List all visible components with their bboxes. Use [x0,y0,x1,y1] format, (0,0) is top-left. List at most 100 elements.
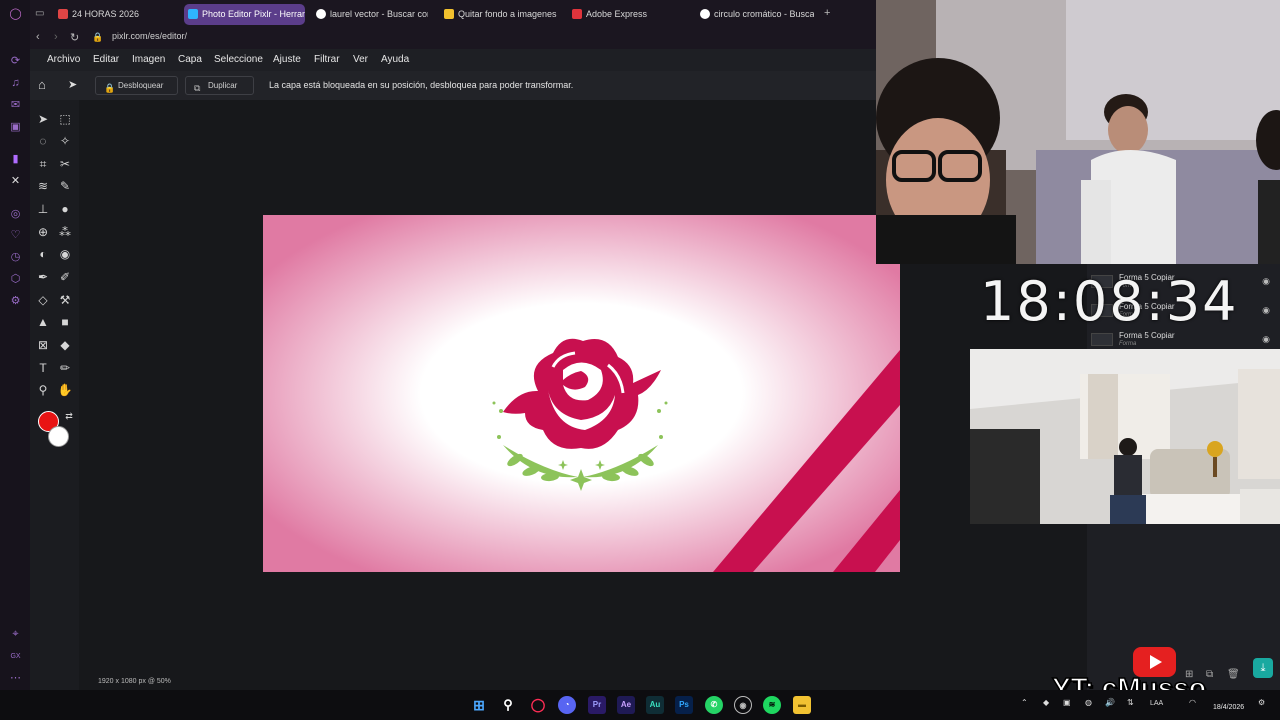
menu-seleccione[interactable]: Seleccione [214,54,263,65]
pin-icon[interactable]: ⌖ [9,628,22,641]
windows-start-icon[interactable]: ⊞ [470,696,488,714]
aria-icon[interactable]: ⟳ [9,55,22,68]
arrange-tool-icon[interactable]: ➤ [35,111,51,127]
heart-icon[interactable]: ♡ [9,229,22,242]
network-icon[interactable]: ⇅ [1127,698,1134,707]
x-icon[interactable]: ✕ [9,175,22,188]
transform-tool-icon[interactable]: ⊠ [35,337,51,353]
spotify-icon[interactable]: ≋ [763,696,781,714]
messenger-icon[interactable]: ✉ [9,99,22,112]
url-field[interactable]: pixlr.com/es/editor/ [112,31,187,41]
brush-tool-icon[interactable]: ✐ [57,269,73,285]
tab-adobe-express[interactable]: Adobe Express [568,4,688,25]
eye-icon[interactable]: ◉ [1262,334,1270,345]
heal-tool-icon[interactable]: ✎ [57,178,73,194]
fill-tool-icon[interactable]: ▲ [35,314,51,330]
after-effects-icon[interactable]: Ae [617,696,635,714]
magic-wand-icon[interactable]: ✧ [57,133,73,149]
arrange-tool-icon[interactable]: ➤ [68,78,77,91]
opera-logo-icon[interactable]: ◯ [9,8,22,21]
download-icon[interactable]: ⤓ [1253,658,1273,678]
webcam-image [876,0,1280,264]
gx-icon[interactable]: GX [9,650,22,663]
layer-row[interactable]: Forma 5 Copiar Forma ◉ [1091,330,1276,350]
extensions-icon[interactable]: ⬡ [9,273,22,286]
flow-icon[interactable]: ◎ [9,208,22,221]
tab-pixlr[interactable]: Photo Editor Pixlr - Herramienta [184,4,305,25]
audition-icon[interactable]: Au [646,696,664,714]
delete-layer-icon[interactable]: 🗑 [1227,669,1240,680]
twitch-icon[interactable]: ▮ [9,153,22,166]
workspaces-icon[interactable]: ▭ [35,8,44,19]
eyedropper-icon[interactable]: ✒ [35,269,51,285]
eraser-tool-icon[interactable]: ◇ [35,292,51,308]
more-icon[interactable]: ⋯ [9,672,22,685]
tab-quitar-fondo[interactable]: Quitar fondo a imagenes en línea [440,4,558,25]
obs-icon[interactable]: ◉ [734,696,752,714]
unlock-button[interactable]: 🔒 Desbloquear [95,76,178,95]
menu-imagen[interactable]: Imagen [132,54,165,65]
menu-archivo[interactable]: Archivo [47,54,80,65]
shape-tool-icon[interactable]: ◆ [57,337,73,353]
globe-tool-icon[interactable]: ⊕ [35,224,51,240]
room-camera-image [970,349,1280,524]
gradient-tool-icon[interactable]: ■ [57,314,73,330]
plus-icon[interactable]: + [824,7,830,19]
bloat-tool-icon[interactable]: ⁂ [57,224,73,240]
liquify-tool-icon[interactable]: ≋ [35,178,51,194]
tray-app-icon[interactable]: ◍ [1085,698,1092,707]
zoom-tool-icon[interactable]: ⚲ [35,382,51,398]
back-icon[interactable]: ‹ [36,31,40,43]
language-icon[interactable]: LAA [1150,700,1163,707]
forward-icon[interactable]: › [54,31,58,43]
menu-capa[interactable]: Capa [178,54,202,65]
tab-24-horas[interactable]: 24 HORAS 2026 [54,4,178,25]
paint-tool-icon[interactable]: ⚒ [57,292,73,308]
secondary-color-swatch[interactable] [48,426,69,447]
clone-stamp-icon[interactable]: ⊥ [35,201,51,217]
tray-app-icon[interactable]: ◆ [1043,698,1049,707]
discord-icon[interactable]: ◔ [558,696,576,714]
settings-icon[interactable]: ⚙ [9,295,22,308]
wifi-icon[interactable]: ◠ [1189,698,1196,707]
notification-icon[interactable]: ⚙ [1258,698,1265,707]
tray-chevron-icon[interactable]: ⌃ [1021,698,1028,707]
blur-tool-icon[interactable]: ● [57,201,73,217]
menu-editar[interactable]: Editar [93,54,119,65]
layer-thumbnail [1091,333,1113,346]
tray-app-icon[interactable]: ▣ [1063,698,1071,707]
cutout-tool-icon[interactable]: ✂ [57,156,73,172]
reload-icon[interactable]: ↻ [70,31,79,44]
player-icon[interactable]: ♫ [9,77,22,90]
marquee-tool-icon[interactable]: ⬚ [57,111,73,127]
duplicate-layer-icon[interactable]: ⧉ [1206,669,1213,680]
history-icon[interactable]: ◷ [9,251,22,264]
menu-ver[interactable]: Ver [353,54,368,65]
volume-icon[interactable]: 🔊 [1105,698,1115,707]
tab-laurel-vector[interactable]: laurel vector - Buscar con Google [312,4,428,25]
opera-gx-icon[interactable]: ◯ [529,696,547,714]
file-explorer-icon[interactable]: ▬ [793,696,811,714]
artboard[interactable] [263,215,900,572]
whatsapp-icon[interactable]: ✆ [705,696,723,714]
menu-filtrar[interactable]: Filtrar [314,54,340,65]
lasso-tool-icon[interactable]: ◌ [35,133,51,149]
adobe-icon [572,9,582,19]
photoshop-icon[interactable]: Ps [675,696,693,714]
tab-circulo-cromatico[interactable]: circulo cromático - Buscar con Google [696,4,814,25]
search-icon[interactable]: ⚲ [499,696,517,714]
text-tool-icon[interactable]: T [35,360,51,376]
menu-ajuste[interactable]: Ajuste [273,54,301,65]
crop-tool-icon[interactable]: ⌗ [35,156,51,172]
pen-tool-icon[interactable]: ✏ [57,360,73,376]
hand-tool-icon[interactable]: ✋ [57,382,73,398]
duplicate-button[interactable]: ⧉ Duplicar [185,76,254,95]
premiere-icon[interactable]: Pr [588,696,606,714]
home-icon[interactable]: ⌂ [38,77,46,92]
swap-colors-icon[interactable]: ⇄ [61,408,77,424]
google-icon [700,9,710,19]
dodge-tool-icon[interactable]: ◐ [35,246,51,262]
menu-ayuda[interactable]: Ayuda [381,54,409,65]
instagram-icon[interactable]: ▣ [9,121,22,134]
sponge-tool-icon[interactable]: ◉ [57,246,73,262]
